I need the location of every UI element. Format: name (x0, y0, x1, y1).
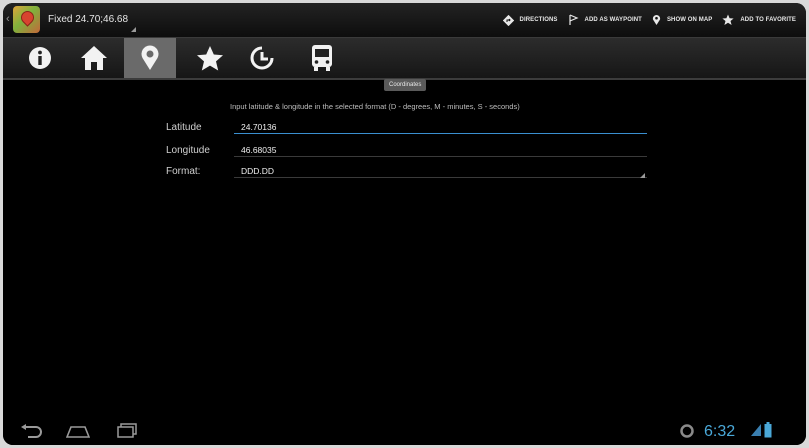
directions-icon (502, 14, 514, 26)
home-icon (81, 46, 107, 70)
battery-icon (764, 422, 772, 438)
system-bar: 6:32 (3, 415, 806, 445)
format-select[interactable]: DDD.DD (234, 164, 647, 178)
latitude-input[interactable]: 24.70136 (234, 120, 647, 134)
action-items: DIRECTIONS ADD AS WAYPOINT SHOW ON MAP A… (502, 3, 806, 37)
tab-favorites[interactable] (188, 38, 232, 78)
map-pin-icon (652, 15, 661, 25)
info-icon (29, 47, 51, 69)
format-dropdown-icon[interactable] (640, 173, 645, 178)
action-bar: ‹ Fixed 24.70;46.68 DIRECTIONS ADD AS WA… (3, 3, 806, 38)
add-waypoint-action[interactable]: ADD AS WAYPOINT (568, 14, 642, 26)
latitude-label: Latitude (166, 122, 202, 133)
signal-icon (751, 424, 761, 436)
tab-history[interactable] (240, 38, 284, 78)
app-title[interactable]: Fixed 24.70;46.68 (48, 14, 128, 25)
app-logo-icon[interactable] (13, 6, 40, 33)
tab-info[interactable] (18, 38, 62, 78)
longitude-label: Longitude (166, 145, 210, 156)
location-pin-icon (141, 45, 159, 70)
tab-bar (3, 38, 806, 80)
home-nav-icon[interactable] (66, 426, 90, 438)
directions-label: DIRECTIONS (519, 17, 558, 23)
show-on-map-label: SHOW ON MAP (666, 17, 713, 23)
tab-home[interactable] (72, 38, 116, 78)
tab-tooltip: Coordinates (384, 79, 427, 91)
format-hint: Input latitude & longitude in the select… (230, 102, 520, 111)
status-clock: 6:32 (704, 423, 736, 440)
map-pin-logo-icon (18, 8, 37, 27)
device-screen: ‹ Fixed 24.70;46.68 DIRECTIONS ADD AS WA… (3, 3, 806, 445)
title-dropdown-icon[interactable] (131, 27, 136, 32)
bus-icon (312, 45, 332, 71)
format-label: Format: (166, 166, 201, 177)
back-icon[interactable] (19, 424, 43, 438)
tab-transport[interactable] (300, 38, 344, 78)
tab-coordinates[interactable] (124, 38, 176, 78)
add-favorite-label: ADD TO FAVORITE (740, 17, 796, 23)
gps-status-icon (680, 424, 694, 438)
directions-action[interactable]: DIRECTIONS (502, 14, 558, 26)
longitude-input[interactable]: 46.68035 (234, 143, 647, 157)
star-icon (722, 14, 734, 25)
history-icon (250, 46, 274, 70)
up-caret-icon[interactable]: ‹ (6, 13, 10, 25)
recent-apps-icon[interactable] (117, 423, 139, 439)
star-icon (197, 46, 223, 71)
add-favorite-action[interactable]: ADD TO FAVORITE (722, 14, 796, 26)
add-waypoint-label: ADD AS WAYPOINT (584, 17, 642, 23)
flag-icon (568, 14, 579, 25)
show-on-map-action[interactable]: SHOW ON MAP (652, 14, 712, 26)
